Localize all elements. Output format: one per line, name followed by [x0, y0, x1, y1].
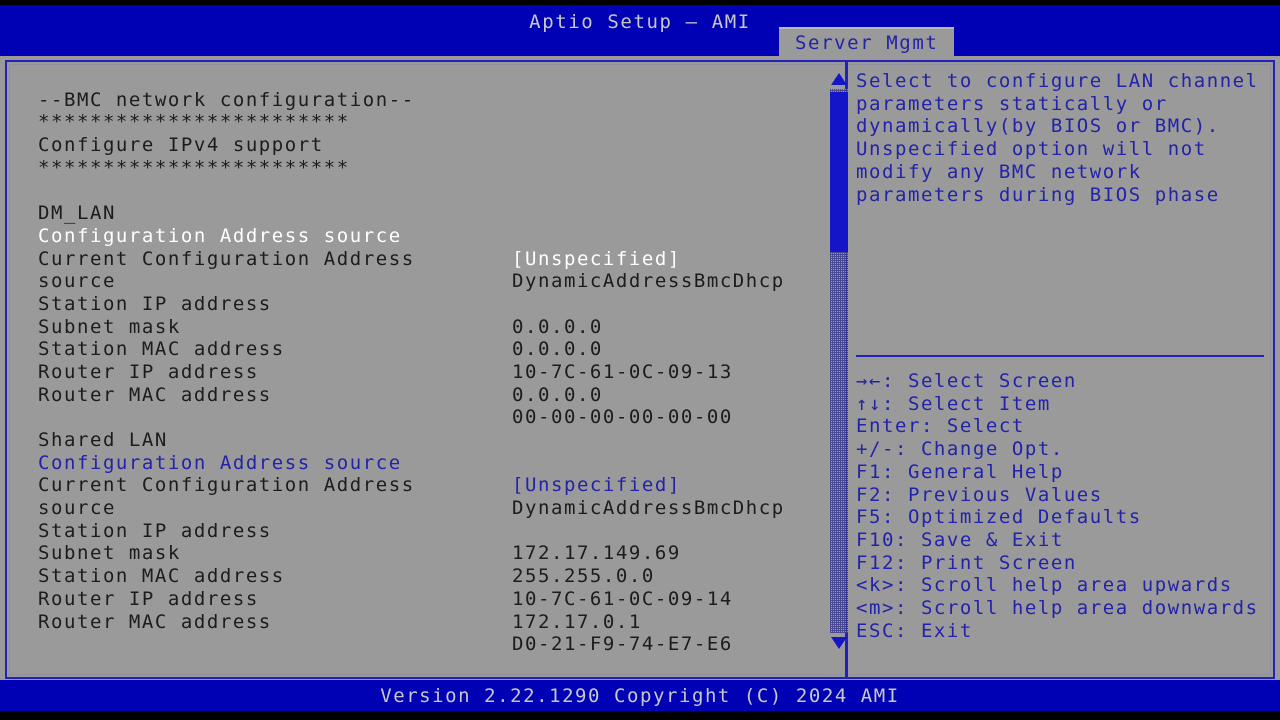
section-header-row: --BMC network configuration--: [12, 66, 822, 111]
setting-row: Station IP address 0.0.0.0: [12, 270, 822, 338]
separator-row-top: ************************: [12, 89, 822, 133]
app-title: Aptio Setup – AMI: [529, 11, 751, 33]
key-legend-item: ESC: Exit: [856, 619, 973, 642]
key-legend-item: ↑↓: Select Item: [856, 392, 1051, 415]
list-scrollbar[interactable]: [827, 72, 851, 650]
setting-row: Subnet mask 255.255.0.0: [12, 520, 822, 587]
setting-row: Router MAC address D0-21-F9-74-E7-E6: [12, 588, 822, 656]
tab-label: Server Mgmt: [795, 31, 939, 54]
settings-list: --BMC network configuration-- **********…: [12, 66, 822, 666]
key-legend-item: <m>: Scroll help area downwards: [856, 597, 1259, 620]
version-text: Version 2.22.1290 Copyright (C) 2024 AMI: [380, 684, 900, 707]
setting-row: Current Configuration Address DynamicAdd…: [12, 225, 822, 293]
subheader-row: Configure IPv4 support: [12, 111, 822, 156]
triangle-down-icon[interactable]: [830, 636, 848, 650]
key-legend-item: <k>: Scroll help area upwards: [856, 574, 1233, 597]
key-legend-item: →←: Select Screen: [856, 370, 1077, 392]
key-legend-item: +/-: Change Opt.: [856, 438, 1064, 461]
setting-row[interactable]: Configuration Address source [Unspecifie…: [12, 429, 822, 497]
setting-row: Station IP address 172.17.149.69: [12, 497, 822, 565]
setting-label: Router MAC address: [38, 610, 272, 633]
key-legend: →←: Select Screen ↑↓: Select Item Enter:…: [856, 370, 1272, 642]
triangle-up-icon[interactable]: [830, 72, 848, 86]
group-title-shared-lan: Shared LAN: [12, 406, 822, 451]
key-legend-item: F12: Print Screen: [856, 551, 1077, 574]
setting-value: 172.17.0.1: [512, 610, 642, 633]
setting-row-continuation: source: [12, 248, 822, 292]
key-legend-item: F2: Previous Values: [856, 483, 1103, 506]
help-pane: Select to configure LAN channel paramete…: [856, 70, 1272, 670]
separator-row-bottom: ************************: [12, 134, 822, 179]
setting-row-continuation: source: [12, 474, 822, 519]
bios-setup-screen: Aptio Setup – AMI Server Mgmt --BMC netw…: [0, 0, 1280, 720]
tab-server-mgmt[interactable]: Server Mgmt: [779, 27, 955, 56]
footer-bar: Version 2.22.1290 Copyright (C) 2024 AMI: [0, 680, 1280, 711]
setting-row[interactable]: Configuration Address source [Unspecifie…: [12, 202, 822, 270]
setting-value: D0-21-F9-74-E7-E6: [512, 633, 733, 656]
spacer-row-1: [12, 157, 822, 180]
setting-row: Router IP address 0.0.0.0: [12, 338, 822, 406]
setting-row: Router MAC address 00-00-00-00-00-00: [12, 361, 822, 429]
key-legend-item: Enter: Select: [856, 415, 1025, 438]
group-title-dm-lan: DM_LAN: [12, 179, 822, 224]
setting-row: Station MAC address 10-7C-61-0C-09-13: [12, 316, 822, 383]
help-description: Select to configure LAN channel paramete…: [856, 70, 1272, 206]
key-legend-item: F10: Save & Exit: [856, 528, 1064, 551]
setting-row: Router IP address 172.17.0.1: [12, 565, 822, 633]
key-legend-item: F5: Optimized Defaults: [856, 506, 1142, 529]
title-bar: Aptio Setup – AMI: [0, 5, 1280, 56]
scrollbar-thumb[interactable]: [830, 92, 848, 252]
setting-row: Station MAC address 10-7C-61-0C-09-14: [12, 542, 822, 610]
help-divider: [856, 355, 1264, 357]
setting-row: Current Configuration Address DynamicAdd…: [12, 452, 822, 519]
bottom-black-strip: [0, 711, 1280, 720]
spacer-row-2: [12, 384, 822, 407]
setting-row: Subnet mask 0.0.0.0: [12, 293, 822, 361]
key-legend-item: F1: General Help: [856, 460, 1064, 483]
